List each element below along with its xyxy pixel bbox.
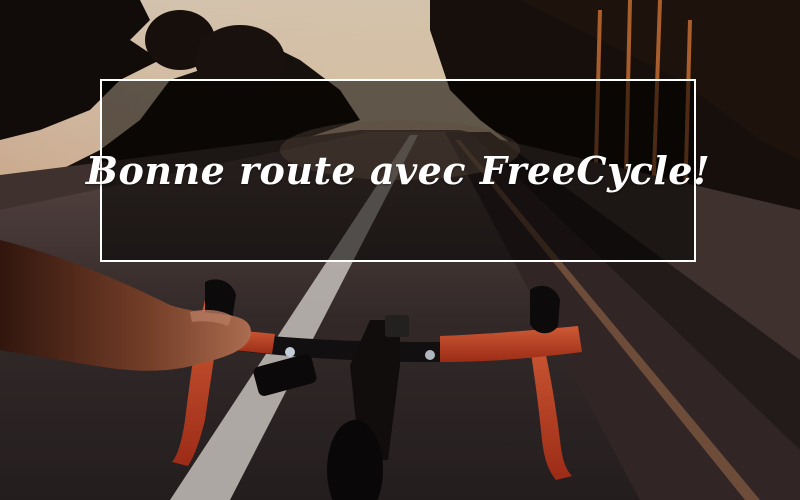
hero-scene: Bonne route avec FreeCycle! xyxy=(0,0,800,500)
greeting-banner: Bonne route avec FreeCycle! xyxy=(86,79,710,262)
greeting-text: Bonne route avec FreeCycle! xyxy=(85,148,711,193)
